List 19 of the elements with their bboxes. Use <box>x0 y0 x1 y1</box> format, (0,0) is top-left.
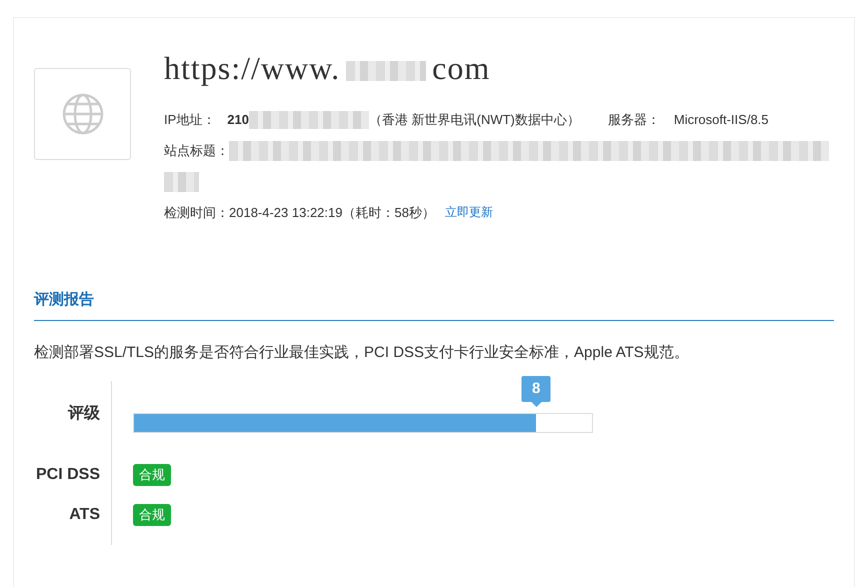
ip-location: （香港 新世界电讯(NWT)数据中心） <box>369 110 580 128</box>
blurred-block <box>164 172 199 192</box>
description: 检测部署SSL/TLS的服务是否符合行业最佳实践，PCI DSS支付卡行业安全标准，Apple ATS规范。 <box>34 343 690 362</box>
site-title-label: 站点标题： <box>164 142 229 160</box>
server-label: 服务器： <box>608 110 660 128</box>
compliance-label: PCI DSS <box>36 466 100 484</box>
status-tag: 合规 <box>133 464 171 486</box>
url-text: com <box>432 50 490 86</box>
status-tag: 合规 <box>133 504 171 526</box>
ip-label: IP地址： <box>164 110 216 128</box>
check-time: 检测时间：2018-4-23 13:22:19（耗时：58秒） <box>164 204 435 222</box>
compliance-label: ATS <box>69 506 100 524</box>
refresh-link[interactable]: 立即更新 <box>444 204 493 221</box>
url-text: https://www. <box>164 50 340 86</box>
ip-value: 210 <box>227 112 249 127</box>
globe-icon <box>62 93 104 135</box>
section-heading: 评测报告 <box>34 290 834 321</box>
server-value: Microsoft-IIS/8.5 <box>674 112 769 127</box>
rating-label: 评级 <box>68 404 100 424</box>
